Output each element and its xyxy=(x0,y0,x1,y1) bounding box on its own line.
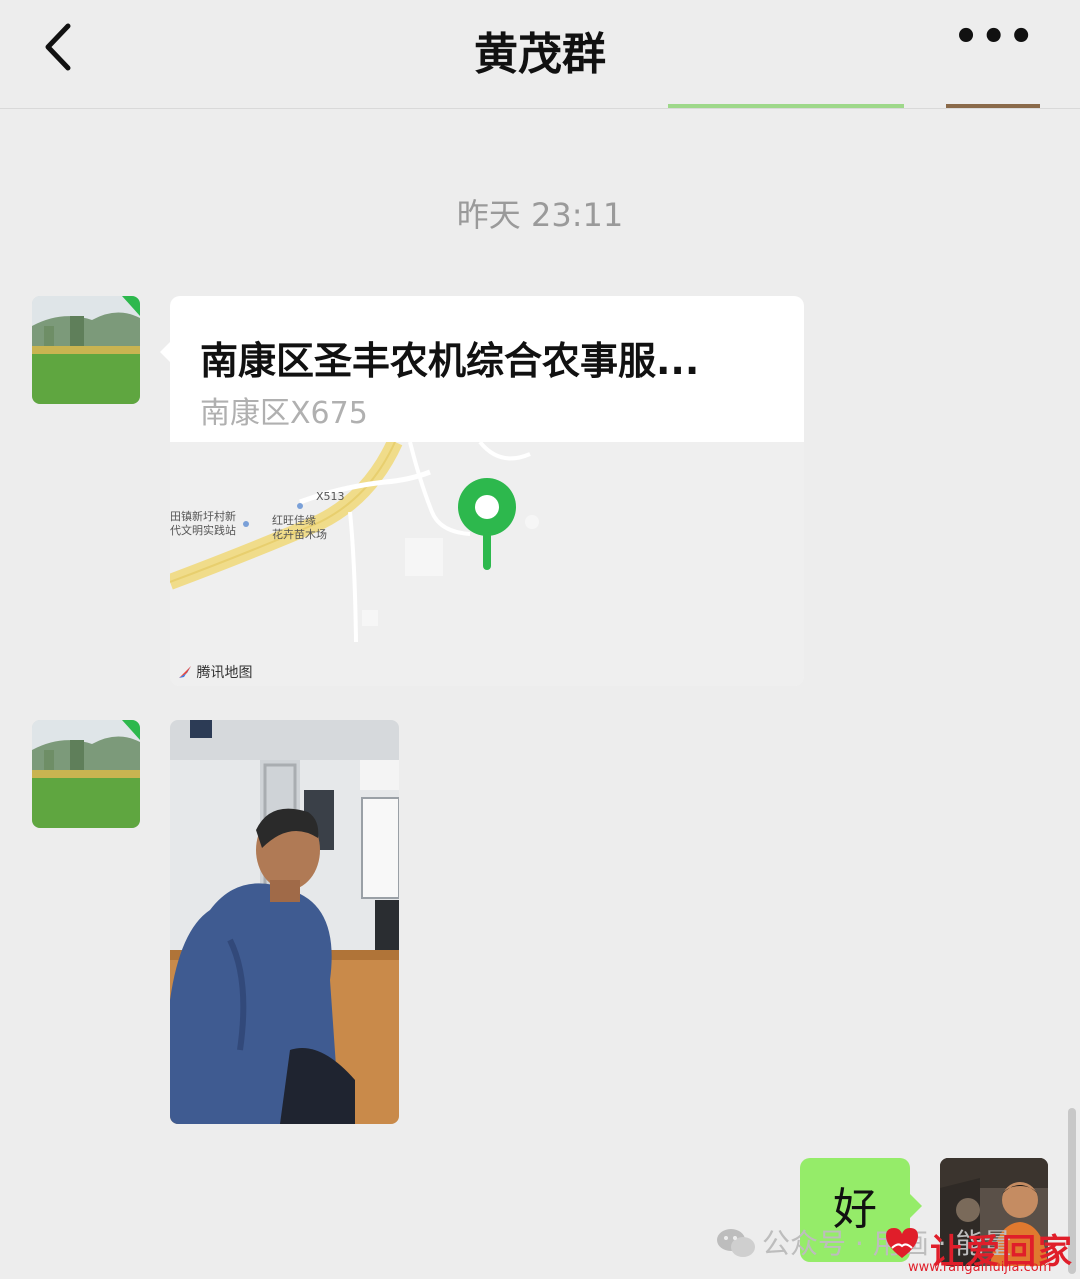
location-title: 南康区圣丰农机综合农事服... xyxy=(200,339,700,383)
avatar-landscape-image xyxy=(32,720,140,828)
map-poi-label: 红旺佳缘 花卉苗木场 xyxy=(272,514,327,542)
bubble-tail xyxy=(910,1194,922,1218)
location-message-card[interactable]: 南康区圣丰农机综合农事服... 南康区X675 X513 田镇新圩村新 代文明实… xyxy=(170,296,804,686)
image-message[interactable] xyxy=(170,720,399,1124)
location-map-preview[interactable]: X513 田镇新圩村新 代文明实践站 红旺佳缘 花卉苗木场 腾讯地图 xyxy=(170,442,804,686)
wechat-icon xyxy=(717,1229,755,1257)
map-poi-label: 田镇新圩村新 代文明实践站 xyxy=(170,510,236,538)
map-poi-line: 花卉苗木场 xyxy=(272,528,327,541)
brand-url: www.rangaihuijia.com xyxy=(908,1260,1052,1275)
map-attribution: 腾讯地图 xyxy=(178,662,252,682)
map-pin-icon xyxy=(458,478,516,570)
location-address: 南康区X675 xyxy=(200,396,368,431)
content-peek xyxy=(946,104,1040,108)
chat-title: 黄茂群 xyxy=(474,29,606,80)
content-peek xyxy=(668,104,904,108)
more-options-button[interactable]: ••• xyxy=(953,14,1036,60)
tencent-map-logo-icon xyxy=(179,666,191,678)
photo-man-seated-image xyxy=(170,720,399,1124)
map-poi-line: 红旺佳缘 xyxy=(272,514,316,527)
avatar-landscape-image xyxy=(32,296,140,404)
map-attribution-text: 腾讯地图 xyxy=(196,665,253,681)
message-timestamp: 昨天 23:11 xyxy=(456,196,624,234)
sender-avatar[interactable] xyxy=(32,296,140,404)
map-poi-line: 田镇新圩村新 xyxy=(170,510,236,523)
chat-header: 黄茂群 ••• xyxy=(0,0,1080,109)
sender-avatar[interactable] xyxy=(32,720,140,828)
map-road-label: X513 xyxy=(316,490,345,503)
heart-hands-logo-icon xyxy=(886,1228,918,1258)
map-poi-line: 代文明实践站 xyxy=(170,524,236,537)
